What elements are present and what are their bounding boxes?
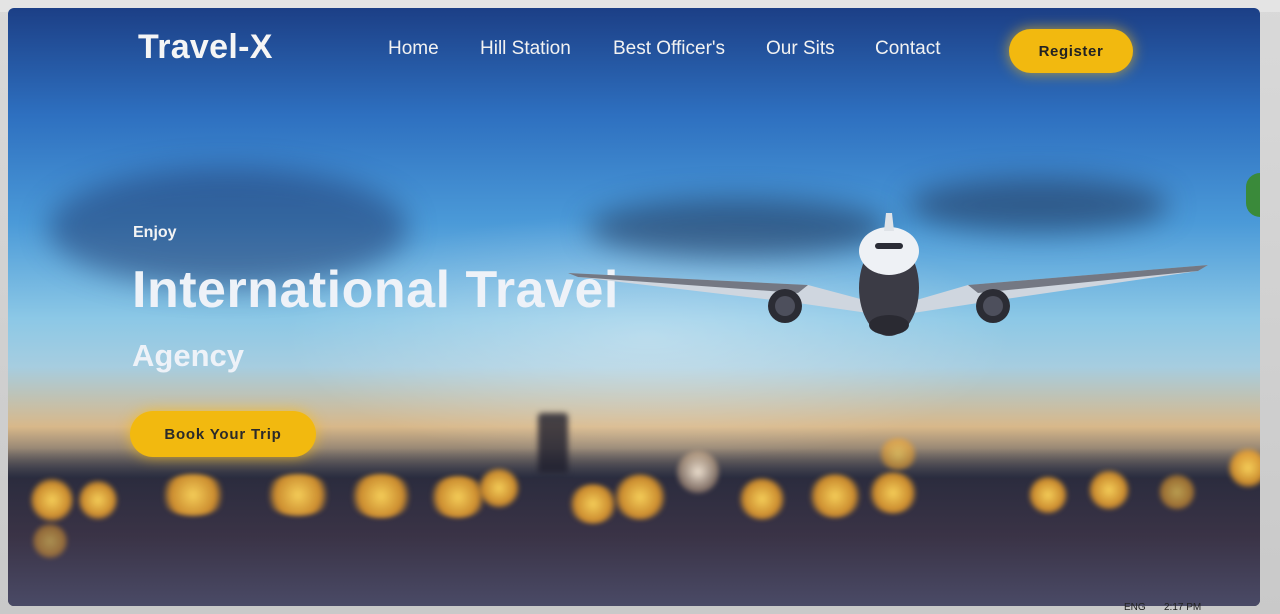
nav-item-hill-station[interactable]: Hill Station xyxy=(480,38,571,60)
taskbar-clock[interactable]: 2:17 PM xyxy=(1164,602,1201,613)
bokeh-light xyxy=(1088,470,1130,510)
website-viewport: Travel-X Home Hill Station Best Officer'… xyxy=(8,8,1260,606)
airplane-icon xyxy=(568,213,1208,336)
bokeh-light xyxy=(158,474,228,516)
taskbar-language[interactable]: ENG xyxy=(1124,602,1146,613)
nav-item-best-officers[interactable]: Best Officer's xyxy=(613,38,725,60)
register-button[interactable]: Register xyxy=(1009,29,1133,73)
bokeh-light xyxy=(676,450,720,494)
nav-item-contact[interactable]: Contact xyxy=(875,38,940,60)
top-navigation-bar: Travel-X Home Hill Station Best Officer'… xyxy=(8,8,1260,88)
control-tower-silhouette xyxy=(538,413,568,473)
bokeh-light xyxy=(868,472,918,514)
bokeh-light xyxy=(348,474,414,518)
hero-title: International Travel xyxy=(132,261,619,319)
bokeh-light xyxy=(1228,448,1260,488)
bokeh-light xyxy=(808,474,862,518)
nav-item-home[interactable]: Home xyxy=(388,38,439,60)
bokeh-light xyxy=(478,468,520,508)
book-your-trip-button[interactable]: Book Your Trip xyxy=(130,411,316,457)
brand-logo[interactable]: Travel-X xyxy=(138,28,273,67)
bokeh-light xyxy=(30,478,74,522)
bokeh-light xyxy=(568,484,618,524)
side-widget-tab[interactable] xyxy=(1246,173,1260,217)
nav-item-our-sits[interactable]: Our Sits xyxy=(766,38,835,60)
bokeh-light xyxy=(1028,476,1068,514)
bokeh-light xyxy=(1158,474,1196,510)
bokeh-light xyxy=(78,480,118,520)
bokeh-light xyxy=(878,438,918,470)
bokeh-light xyxy=(738,478,786,520)
bokeh-light xyxy=(613,474,667,520)
bokeh-light xyxy=(263,474,333,516)
hero-subtitle: Agency xyxy=(132,338,244,373)
hero-eyebrow: Enjoy xyxy=(133,224,177,241)
bokeh-light xyxy=(32,523,68,559)
monitor-frame: Travel-X Home Hill Station Best Officer'… xyxy=(0,0,1280,614)
